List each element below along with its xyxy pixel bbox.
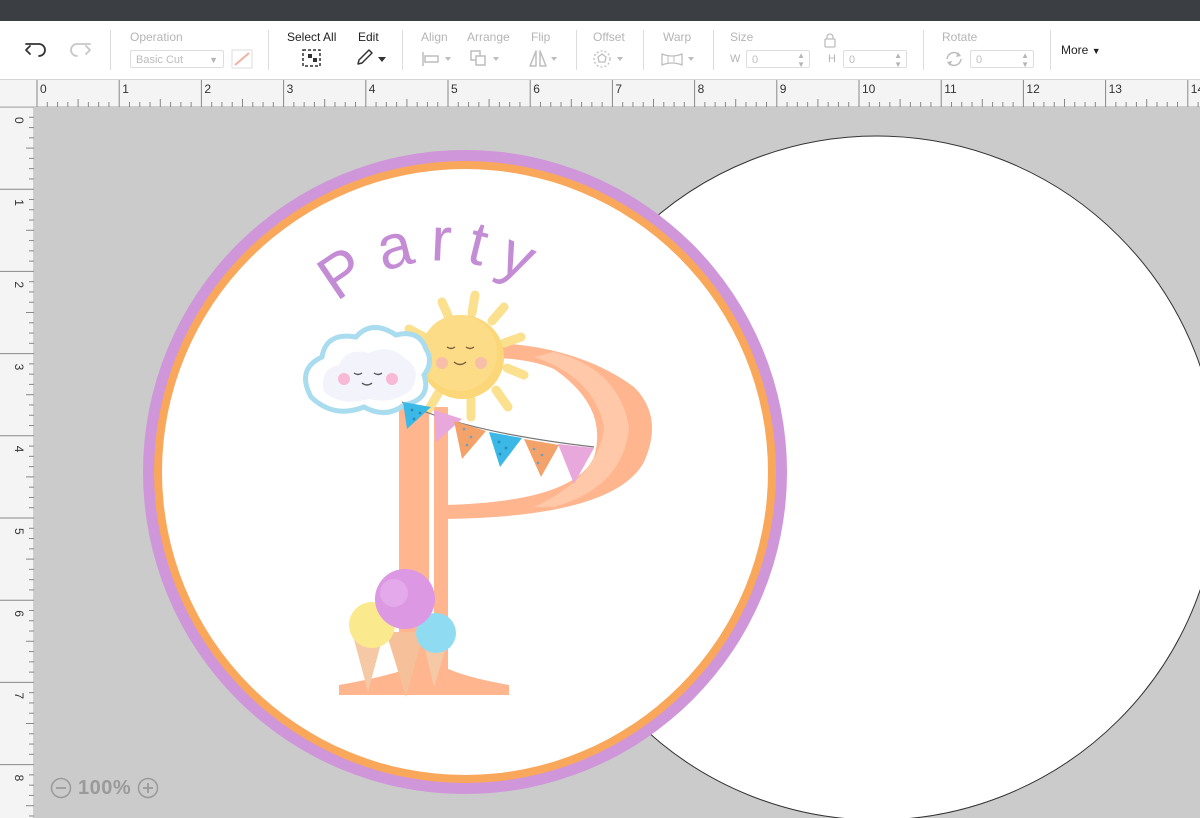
undo-icon[interactable] <box>24 39 50 61</box>
ruler-label: 4 <box>369 82 376 96</box>
toolbar-separator <box>268 30 269 70</box>
offset-label: Offset <box>593 30 625 44</box>
ruler-label: 7 <box>12 692 26 699</box>
ruler-label: 3 <box>12 364 26 371</box>
stepper-icon[interactable]: ▲ ▼ <box>797 51 805 69</box>
ruler-label: 1 <box>122 82 129 96</box>
select-all-icon[interactable] <box>301 48 323 68</box>
ruler-label: 11 <box>944 82 957 96</box>
ruler-horizontal: 01234567891011121314 <box>0 80 1200 107</box>
rotate-label: Rotate <box>942 30 978 44</box>
width-input[interactable]: 0 ▲ ▼ <box>746 50 810 69</box>
ruler-label: 6 <box>533 82 540 96</box>
edit-label: Edit <box>358 30 379 44</box>
ruler-label: 8 <box>698 82 705 96</box>
stepper-icon[interactable]: ▲ ▼ <box>894 51 902 69</box>
ruler-label: 0 <box>12 117 26 124</box>
redo-icon[interactable] <box>66 39 92 61</box>
height-value: 0 <box>849 54 856 66</box>
toolbar-separator <box>576 30 577 70</box>
more-button[interactable]: More ▼ <box>1061 43 1101 57</box>
rotate-input[interactable]: 0 ▲ ▼ <box>970 50 1034 69</box>
warp-icon[interactable] <box>660 50 698 68</box>
ruler-label: 14 <box>1191 82 1200 96</box>
align-left-icon[interactable] <box>420 50 454 68</box>
toolbar-separator <box>713 30 714 70</box>
operation-label: Operation <box>130 30 183 44</box>
operation-value: Basic Cut <box>136 54 184 66</box>
lock-icon[interactable] <box>823 32 837 48</box>
arrange-label: Arrange <box>467 30 510 44</box>
ruler-label: 7 <box>615 82 622 96</box>
ruler-label: 5 <box>12 528 26 535</box>
ruler-label: 10 <box>862 82 876 96</box>
zoom-in-icon[interactable] <box>137 777 159 799</box>
operation-select[interactable]: Basic Cut ▼ <box>130 50 224 68</box>
offset-icon[interactable] <box>592 49 628 69</box>
rotate-value: 0 <box>976 54 983 66</box>
arrange-icon[interactable] <box>469 49 503 69</box>
zoom-out-icon[interactable] <box>50 777 72 799</box>
ruler-label: 4 <box>12 446 26 453</box>
chevron-down-icon: ▼ <box>209 55 218 65</box>
size-label: Size <box>730 30 754 44</box>
caret-down-icon: ▼ <box>1091 46 1101 56</box>
zoom-level: 100% <box>78 776 132 799</box>
toolbar-separator <box>643 30 644 70</box>
toolbar-separator <box>1050 30 1051 70</box>
ruler-label: 0 <box>40 82 47 96</box>
toolbar-separator <box>110 30 111 70</box>
app-top-bar <box>0 0 1200 21</box>
linetype-swatch-icon[interactable] <box>231 49 253 69</box>
zoom-control: 100% <box>50 776 159 800</box>
flip-icon[interactable] <box>527 48 561 70</box>
pencil-icon[interactable] <box>354 48 388 68</box>
design-canvas[interactable]: Party <box>34 107 1200 818</box>
party-design-group[interactable]: Party <box>143 150 787 794</box>
toolbar-separator <box>923 30 924 70</box>
ruler-label: 6 <box>12 610 26 617</box>
select-all-label: Select All <box>287 30 337 44</box>
height-label: H <box>828 53 836 65</box>
warp-label: Warp <box>663 30 692 44</box>
ruler-label: 5 <box>451 82 458 96</box>
align-label: Align <box>421 30 448 44</box>
ruler-ticks: 0 1 2 3 4 5 6 7 8 <box>0 107 34 817</box>
height-input[interactable]: 0 ▲ ▼ <box>843 50 907 69</box>
ruler-label: 8 <box>12 775 26 782</box>
width-value: 0 <box>752 54 759 66</box>
edit-toolbar: Operation Basic Cut ▼ Select All Edit Al… <box>0 21 1200 80</box>
ruler-label: 2 <box>204 82 211 96</box>
ruler-label: 2 <box>12 281 26 288</box>
rotate-icon <box>946 51 962 67</box>
flip-label: Flip <box>531 30 551 44</box>
ruler-label: 9 <box>780 82 787 96</box>
ruler-label: 1 <box>12 199 26 206</box>
ruler-label: 12 <box>1026 82 1040 96</box>
more-label: More <box>1061 43 1089 57</box>
ruler-label: 3 <box>287 82 294 96</box>
ruler-vertical: 0 1 2 3 4 5 6 7 8 <box>0 107 34 818</box>
ruler-label: 13 <box>1109 82 1123 96</box>
ruler-ticks: 01234567891011121314 <box>36 80 1200 107</box>
stepper-icon[interactable]: ▲ ▼ <box>1021 51 1029 69</box>
width-label: W <box>730 53 741 65</box>
toolbar-separator <box>402 30 403 70</box>
